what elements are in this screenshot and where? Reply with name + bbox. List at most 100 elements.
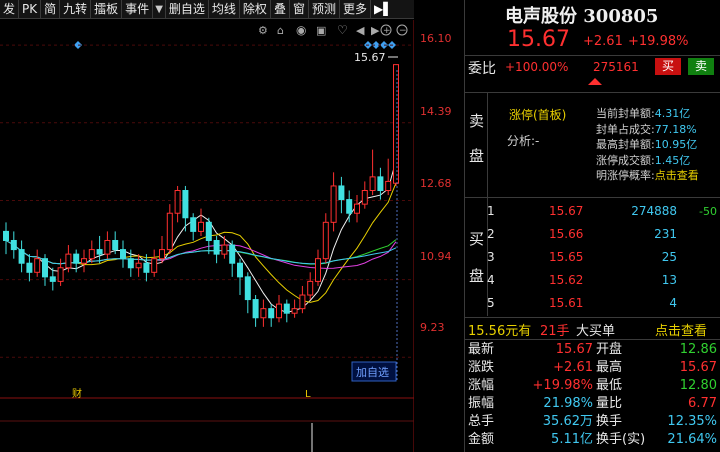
candle-body (182, 190, 189, 219)
buy-level-index: 5 (487, 296, 495, 310)
analysis-text[interactable]: 分析:- (507, 132, 539, 149)
events-dropdown-arrow-icon[interactable]: ▼ (153, 0, 166, 19)
candle-body (120, 249, 126, 260)
collapse-arrow-icon[interactable] (588, 78, 602, 85)
candle-body (190, 217, 197, 232)
candle-body (244, 276, 251, 301)
heart-icon[interactable]: ♡ (337, 23, 348, 37)
kline-chart[interactable]: ⚙ ⌂ ◉ ▣ ♡ ◀ ▶ + − 15.67 加自选 财 L 4953 (0, 20, 414, 452)
toolbar-button-forecast[interactable]: 预测 (309, 0, 340, 19)
candle-body (322, 221, 329, 260)
stat-value: +19.98% (532, 378, 593, 393)
candle-body (96, 249, 103, 255)
candle-body (34, 258, 41, 273)
price-tick-2: 14.39 (420, 105, 452, 118)
seal-stats: 当前封单额:4.31亿 封单占成交:77.18% 最高封单额:10.95亿 涨停… (596, 106, 720, 184)
candle-body (3, 230, 9, 241)
toolbar-button-pk[interactable]: PK (19, 0, 42, 19)
buy-level-price: 15.65 (549, 250, 584, 264)
buy-level-volume: 274888 (631, 204, 677, 218)
price-tick-1: 16.10 (420, 32, 452, 45)
price-tick-3: 12.68 (420, 177, 452, 190)
candle-body (377, 176, 384, 192)
limit-up-status: 涨停(首板) (509, 108, 567, 122)
limit-prob-link[interactable]: 点击查看 (655, 169, 699, 182)
stat-row: 最新 15.67 开盘 12.86 (465, 341, 720, 359)
price-change: +2.61 (583, 34, 623, 49)
buy-level-volume: 4 (669, 296, 677, 310)
buy-level-row[interactable]: 5 15.61 4 (465, 295, 720, 312)
buy-level-row[interactable]: 3 15.65 25 (465, 249, 720, 266)
weibi-pct: +100.00% (505, 60, 569, 74)
buy-button[interactable]: 买 (655, 58, 681, 75)
eye-icon[interactable]: ◉ (296, 23, 306, 37)
seal-stat-row: 涨停成交额:1.45亿 (596, 153, 691, 167)
add-watchlist-label: 加自选 (356, 366, 389, 379)
toolbar-button-remove-watch[interactable]: 删自选 (166, 0, 209, 19)
toolbar-button-fa[interactable]: 发 (0, 0, 20, 19)
lock-icon[interactable]: ⌂ (277, 24, 284, 37)
candle-body (205, 221, 212, 241)
toolbar-button-leiban[interactable]: 擂板 (91, 0, 123, 19)
stat-row: 振幅 21.98% 量比 6.77 (465, 395, 720, 413)
stat-label: 量比 (596, 396, 623, 411)
stat-row: 涨幅 +19.98% 最低 12.80 (465, 377, 720, 395)
seal-stat-row: 明涨停概率:点击查看 (596, 169, 699, 182)
candle-body (260, 308, 267, 319)
candle-body (237, 262, 243, 278)
sell-button[interactable]: 卖 (688, 58, 714, 75)
seal-stat-row: 当前封单额:4.31亿 (596, 107, 691, 120)
settings-icon[interactable]: ⚙ (258, 24, 268, 37)
toolbar-button-more[interactable]: 更多 (340, 0, 371, 19)
stock-title: 电声股份 300805 (505, 6, 659, 27)
candle-body (104, 239, 111, 255)
buy-level-volume: 25 (661, 250, 677, 264)
candle-body (330, 185, 337, 223)
buy-level-index: 4 (487, 273, 495, 287)
toolbar-button-shijian[interactable]: 事件 (122, 0, 154, 19)
toolbar-button-window[interactable]: 窗 (290, 0, 309, 19)
stat-label: 开盘 (596, 342, 623, 357)
candle-body (49, 276, 56, 282)
stat-value: 12.35% (667, 414, 717, 429)
toolbar-button-jiuzhuan[interactable]: 九转 (60, 0, 92, 19)
buy-level-row[interactable]: 1 15.67 274888 -50 (465, 203, 720, 220)
candle-body (151, 258, 158, 273)
buy-level-price: 15.67 (549, 204, 584, 218)
buy-level-row[interactable]: 4 15.62 13 (465, 272, 720, 289)
candle-body (338, 185, 345, 201)
candle-body (393, 64, 399, 184)
buy-level-row[interactable]: 2 15.66 231 (465, 226, 720, 243)
stat-value: 5.11亿 (551, 432, 593, 447)
stat-label: 振幅 (468, 396, 495, 411)
candle-body (135, 262, 142, 269)
candle-body (385, 180, 392, 192)
bigorder-label: 大买单 (576, 324, 616, 339)
bigorder-link[interactable]: 点击查看 (655, 320, 707, 339)
candle-body (127, 258, 134, 269)
toolbar-button-jian[interactable]: 简 (41, 0, 61, 19)
bigorder-price: 15.56元有 (468, 324, 532, 339)
stat-label: 换手 (596, 414, 623, 429)
toolbar-button-overlay[interactable]: 叠 (271, 0, 290, 19)
candle-body (354, 203, 360, 214)
stat-row: 涨跌 +2.61 最高 15.67 (465, 359, 720, 377)
left-arrow-icon[interactable]: ◀ (356, 24, 365, 37)
candle-body (268, 308, 275, 319)
bigorder-qty: 21手 (540, 324, 570, 339)
sell-side-label-1: 卖 (469, 112, 485, 130)
buy-level-change: -50 (699, 205, 717, 218)
stat-value: 35.62万 (542, 414, 593, 429)
stat-label: 换手(实) (596, 432, 646, 447)
toolbar-button-adjust[interactable]: 除权 (240, 0, 271, 19)
chart-tools: ⚙ ⌂ ◉ ▣ ♡ ◀ ▶ + − (258, 23, 408, 37)
seal-stat-row: 封单占成交:77.18% (596, 122, 697, 136)
toolbar-button-ma[interactable]: 均线 (209, 0, 240, 19)
candle-body (315, 258, 321, 282)
financial-report-marker[interactable]: 财 (72, 387, 82, 400)
panel-toggle-icon[interactable]: ▶▌ (371, 0, 395, 19)
right-arrow-icon[interactable]: ▶ (371, 24, 380, 37)
copy-icon[interactable]: ▣ (316, 24, 326, 37)
stat-label: 最新 (468, 342, 495, 357)
l-marker[interactable]: L (305, 389, 311, 400)
